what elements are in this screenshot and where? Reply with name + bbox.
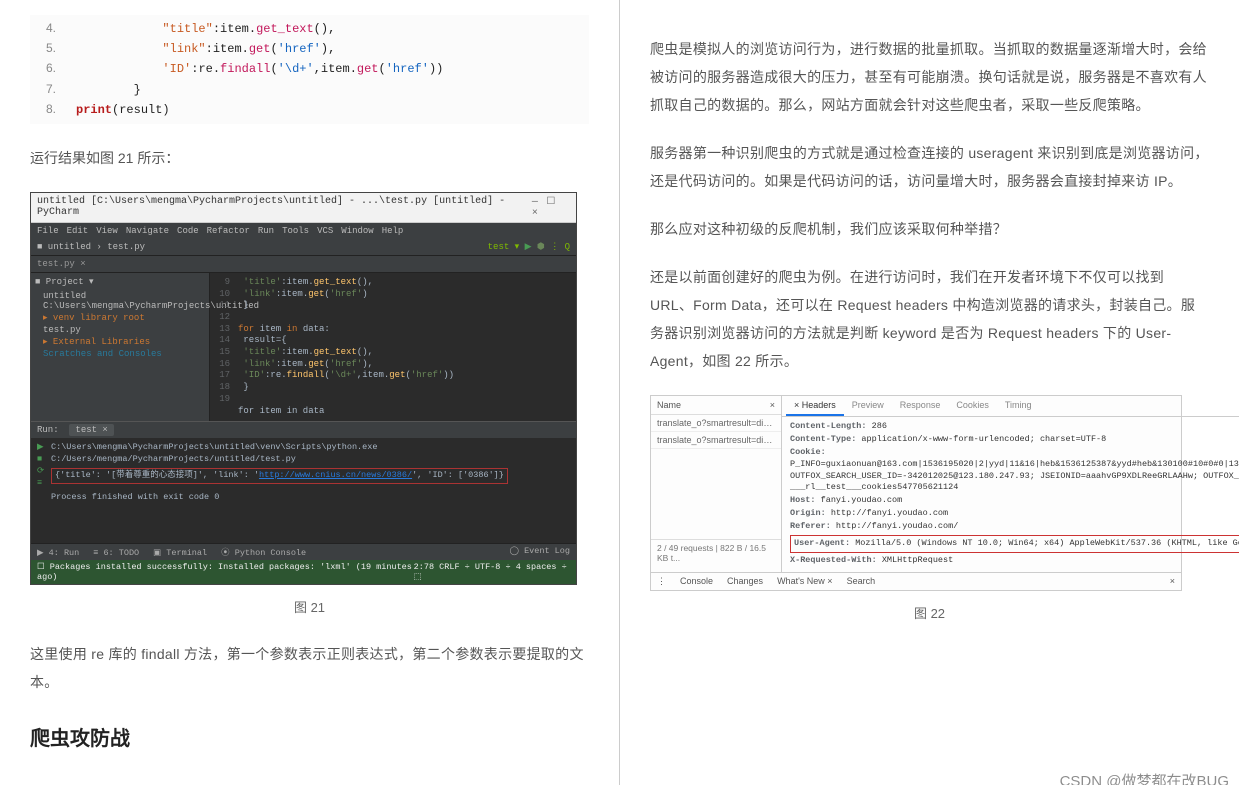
pycharm-run-config[interactable]: test ▾ ▶ ⬢ ⋮ Q	[488, 242, 570, 252]
debug-icon[interactable]: ⬢	[537, 242, 545, 252]
tree-item[interactable]: untitled C:\Users\mengma\PycharmProjects…	[35, 290, 205, 312]
drawer-close-icon[interactable]: ×	[1170, 576, 1175, 587]
right-column: 爬虫是模拟人的浏览访问行为，进行数据的批量抓取。当抓取的数据量逐渐增大时，会给被…	[620, 0, 1239, 785]
tree-item[interactable]: ▸ External Libraries	[35, 336, 205, 348]
status-position: 2:78 CRLF ÷ UTF-8 ÷ 4 spaces ÷ ⬚	[414, 562, 570, 582]
devtools-tab[interactable]: Preview	[844, 396, 892, 416]
code-block: 4. "title":item.get_text(),5. "link":ite…	[30, 15, 589, 124]
figure-caption-22: 图 22	[650, 603, 1209, 622]
menu-vcs[interactable]: VCS	[317, 226, 333, 236]
pycharm-editor-tab[interactable]: test.py ×	[31, 256, 576, 273]
menu-tools[interactable]: Tools	[282, 226, 309, 236]
findall-explain: 这里使用 re 库的 findall 方法，第一个参数表示正则表达式，第二个参数…	[30, 640, 589, 696]
heading-crawler-war: 爬虫攻防战	[30, 722, 589, 751]
devtools-tab[interactable]: Timing	[997, 396, 1040, 416]
header-row: Referer: http://fanyi.youdao.com/	[790, 521, 1239, 533]
pycharm-toolbar: ■ untitled › test.py test ▾ ▶ ⬢ ⋮ Q	[31, 239, 576, 256]
name-column: Name	[657, 400, 681, 410]
pycharm-editor[interactable]: 9 'title':item.get_text(),10 'link':item…	[210, 273, 576, 421]
right-para-2: 服务器第一种识别爬虫的方式就是通过检查连接的 useragent 来识别到底是浏…	[650, 139, 1209, 195]
devtools-tab[interactable]: Response	[892, 396, 949, 416]
maximize-icon[interactable]: ☐	[546, 196, 556, 208]
pycharm-menu: File Edit View Navigate Code Refactor Run Tools…	[31, 223, 576, 239]
run-result-text: 运行结果如图 21 所示：	[30, 144, 589, 172]
menu-run[interactable]: Run	[258, 226, 274, 236]
devtools-drawer-tabs[interactable]: ⋮ Console Changes What's New × Search ×	[651, 572, 1181, 590]
header-row: Origin: http://fanyi.youdao.com	[790, 508, 1239, 520]
pycharm-title-text: untitled [C:\Users\mengma\PycharmProject…	[37, 196, 530, 219]
drawer-tab[interactable]: Changes	[727, 576, 763, 586]
request-row[interactable]: translate_o?smartresult=dict&...	[651, 432, 781, 449]
pycharm-screenshot: untitled [C:\Users\mengma\PycharmProject…	[30, 192, 577, 585]
menu-code[interactable]: Code	[177, 226, 199, 236]
header-row: Content-Length: 286	[790, 421, 1239, 433]
drawer-tab[interactable]: Console	[680, 576, 713, 586]
tree-item[interactable]: test.py	[35, 324, 205, 336]
menu-file[interactable]: File	[37, 226, 59, 236]
play-icon[interactable]: ▶	[525, 242, 537, 252]
requests-summary: 2 / 49 requests | 822 B / 16.5 KB t...	[651, 539, 781, 566]
pycharm-tab-left: ■ untitled › test.py	[37, 242, 145, 252]
pycharm-project-tree[interactable]: ■ Project ▾ untitled C:\Users\mengma\Pyc…	[31, 273, 210, 421]
devtools-headers-panel: Content-Length: 286Content-Type: applica…	[782, 417, 1239, 572]
console-path: C:\Users\mengma\PycharmProjects\untitled…	[51, 442, 570, 466]
devtools-detail-tabs[interactable]: × HeadersPreviewResponseCookiesTiming	[782, 396, 1239, 417]
pycharm-statusbar-tools: ▶ 4: Run ≡ 6: TODO ▣ Terminal ⦿ Python Cons…	[31, 543, 576, 560]
project-tool-title: ■ Project ▾	[35, 277, 205, 287]
window-controls: — ☐ ×	[530, 196, 570, 219]
menu-refactor[interactable]: Refactor	[207, 226, 250, 236]
console-link[interactable]: http://www.cnius.cn/news/0386/	[259, 470, 412, 480]
menu-edit[interactable]: Edit	[67, 226, 89, 236]
drawer-toggle-icon[interactable]: ⋮	[657, 576, 666, 587]
menu-help[interactable]: Help	[382, 226, 404, 236]
header-row: Content-Type: application/x-www-form-url…	[790, 434, 1239, 446]
menu-window[interactable]: Window	[341, 226, 373, 236]
status-tool[interactable]: ▶ 4: Run	[37, 548, 79, 558]
header-row: Host: fanyi.youdao.com	[790, 495, 1239, 507]
pycharm-titlebar: untitled [C:\Users\mengma\PycharmProject…	[31, 193, 576, 223]
run-play-icon[interactable]: ▶■⟳≡	[37, 442, 51, 539]
console-exit: Process finished with exit code 0	[51, 492, 570, 504]
devtools-screenshot: Name × translate_o?smartresult=dict&...t…	[650, 395, 1182, 591]
menu-navigate[interactable]: Navigate	[126, 226, 169, 236]
pycharm-statusbar: ☐ Packages installed successfully: Insta…	[31, 560, 576, 584]
left-column: 4. "title":item.get_text(),5. "link":ite…	[0, 0, 620, 785]
search-icon[interactable]: Q	[565, 242, 570, 252]
status-message: ☐ Packages installed successfully: Insta…	[37, 562, 414, 582]
tree-item[interactable]: ▸ venv library root	[35, 312, 205, 324]
run-tab[interactable]: test ×	[69, 424, 113, 436]
close-X-icon[interactable]: ×	[770, 400, 775, 410]
right-para-1: 爬虫是模拟人的浏览访问行为，进行数据的批量抓取。当抓取的数据量逐渐增大时，会给被…	[650, 35, 1209, 119]
status-tool[interactable]: ≡ 6: TODO	[93, 548, 139, 558]
devtools-tab[interactable]: Cookies	[948, 396, 997, 416]
pycharm-run-header: Run: test ×	[31, 421, 576, 438]
console-output-highlight: {'title': '[带着尊重的心态接项]', 'link': 'http:/…	[51, 468, 508, 484]
close-icon[interactable]: ×	[530, 208, 540, 219]
status-tool[interactable]: ▣ Terminal	[153, 548, 207, 558]
more-icon[interactable]: ⋮	[550, 242, 564, 252]
drawer-tab[interactable]: Search	[847, 576, 876, 586]
right-para-3: 那么应对这种初级的反爬机制，我们应该采取何种举措？	[650, 215, 1209, 243]
devtools-tab[interactable]: × Headers	[786, 396, 844, 416]
right-para-4: 还是以前面创建好的爬虫为例。在进行访问时，我们在开发者环境下不仅可以找到 URL…	[650, 263, 1209, 375]
devtools-request-list[interactable]: Name × translate_o?smartresult=dict&...t…	[651, 396, 782, 572]
menu-view[interactable]: View	[96, 226, 118, 236]
event-log-button[interactable]: ◯ Event Log	[509, 546, 570, 558]
figure-caption-21: 图 21	[30, 597, 589, 616]
tree-item[interactable]: Scratches and Consoles	[35, 348, 205, 360]
minimize-icon[interactable]: —	[530, 197, 540, 208]
request-row[interactable]: translate_o?smartresult=dict&...	[651, 415, 781, 432]
csdn-watermark: CSDN @做梦都在改BUG	[1060, 770, 1229, 785]
status-tool[interactable]: ⦿ Python Console	[221, 548, 306, 558]
pycharm-console: ▶■⟳≡ C:\Users\mengma\PycharmProjects\unt…	[31, 438, 576, 543]
drawer-tab[interactable]: What's New ×	[777, 576, 833, 586]
header-row: Cookie: P_INFO=guxiaonuan@163.com|153619…	[790, 447, 1239, 495]
user-agent-highlight: User-Agent: Mozilla/5.0 (Windows NT 10.0…	[790, 535, 1239, 553]
